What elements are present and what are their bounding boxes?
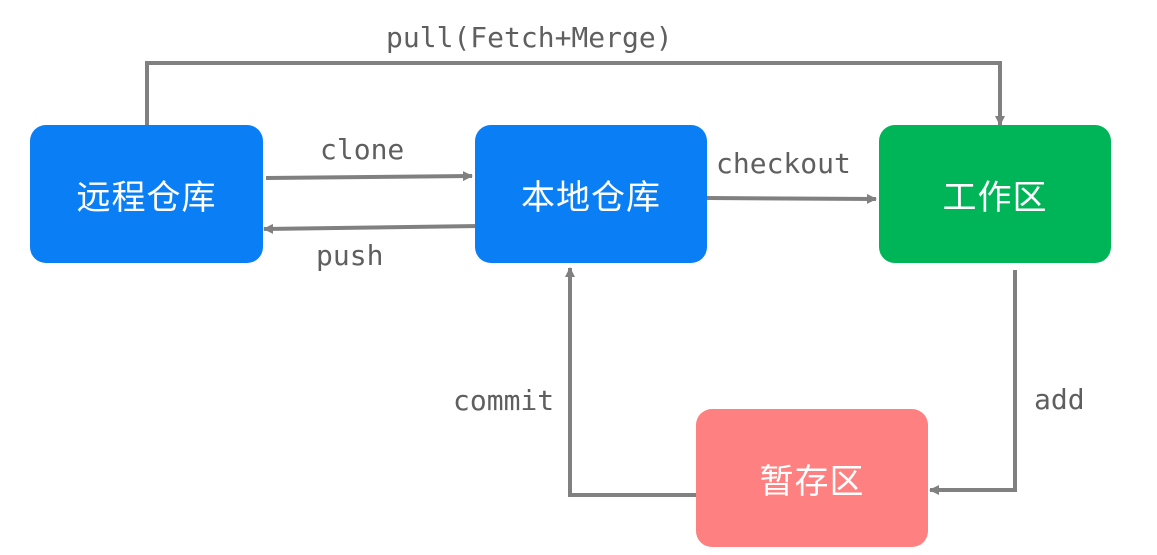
pull-label: pull(Fetch+Merge) (386, 21, 673, 54)
add-label: add (1034, 383, 1085, 416)
push-arrow (263, 223, 481, 234)
pull-arrow (145, 61, 1005, 130)
diagram-connectors (145, 61, 1017, 497)
git-workflow-diagram: 远程仓库 本地仓库 工作区 暂存区 pull(Fetch+Merge) clon… (0, 0, 1157, 555)
checkout-arrow (706, 193, 877, 204)
clone-arrow (265, 171, 473, 182)
commit-label: commit (453, 384, 555, 417)
checkout-label: checkout (716, 147, 851, 180)
workspace-node: 工作区 (879, 125, 1111, 263)
add-arrow (929, 270, 1017, 495)
staging-area-node: 暂存区 (696, 409, 928, 547)
workspace-label: 工作区 (942, 177, 1048, 218)
remote-repository-node: 远程仓库 (30, 125, 263, 263)
clone-label: clone (320, 133, 405, 166)
staging-area-label: 暂存区 (759, 461, 865, 502)
local-repository-node: 本地仓库 (475, 125, 707, 263)
commit-arrow (565, 267, 696, 497)
remote-repository-label: 远程仓库 (76, 177, 217, 218)
local-repository-label: 本地仓库 (521, 177, 661, 218)
push-label: push (316, 239, 384, 272)
